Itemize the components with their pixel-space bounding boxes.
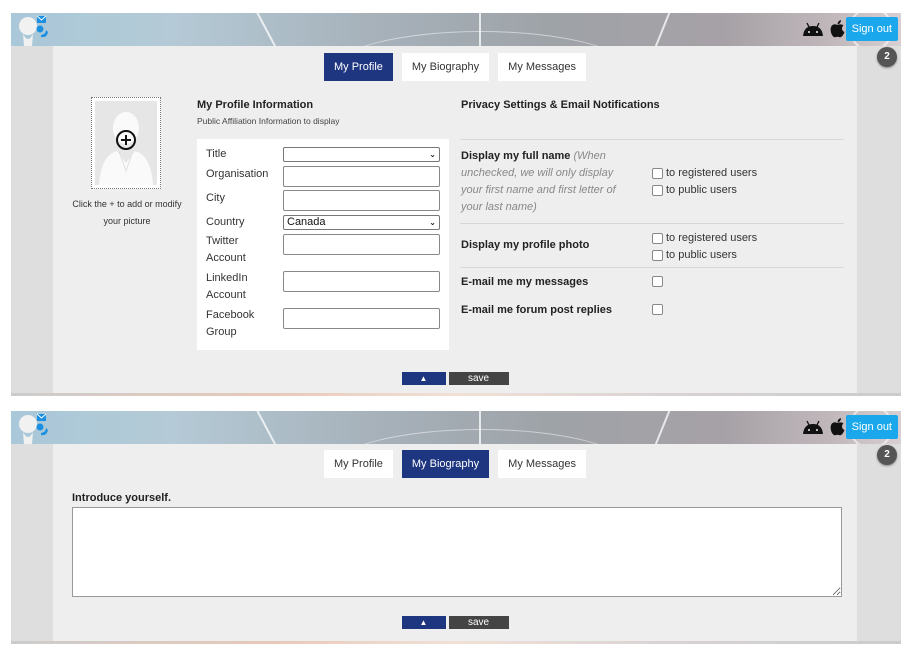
android-icon[interactable] [802,22,824,36]
banner-decoration [652,13,672,46]
profile-page-panel: Sign out 2 My Profile My Biography My Me… [11,13,901,396]
organisation-label: Organisation [206,168,269,180]
right-gutter [857,444,901,644]
linkedin-label: LinkedIn Account [206,272,248,301]
full-name-public-checkbox[interactable]: to public users [652,183,737,198]
email-messages-label: E-mail me my messages [461,276,589,288]
profile-tabs: My Profile My Biography My Messages [53,53,857,81]
privacy-title: Privacy Settings & Email Notifications [461,99,660,111]
android-icon[interactable] [802,420,824,434]
checkbox[interactable] [652,304,663,315]
profile-photo-upload[interactable] [91,97,161,189]
header-banner: Sign out [11,13,901,46]
chevron-down-icon: ⌄ [429,150,436,159]
full-name-label-text: Display my full name [461,150,571,162]
banner-decoration [255,411,279,444]
biography-textarea[interactable] [72,507,842,597]
banner-decoration [652,411,672,444]
checkbox-label: to public users [666,184,737,196]
country-select-value: Canada [287,216,326,228]
avatar-placeholder [95,101,157,185]
profile-info-subtitle: Public Affiliation Information to displa… [197,116,340,126]
bottom-decoration [11,641,901,644]
banner-decoration [331,31,631,46]
chevron-down-icon: ⌄ [429,218,436,227]
title-select[interactable]: ⌄ [283,147,440,162]
checkbox-label: to public users [666,249,737,261]
email-forum-checkbox[interactable] [652,304,663,315]
city-input[interactable] [283,190,440,211]
bottom-decoration [11,393,901,396]
site-logo-icon[interactable] [15,412,49,444]
checkbox[interactable] [652,276,663,287]
privacy-row-profile-photo: Display my profile photo to registered u… [460,223,844,267]
checkbox[interactable] [652,250,663,261]
facebook-label: Facebook Group [206,309,255,338]
biography-actions: ▲ save [53,616,857,629]
notification-badge[interactable]: 2 [877,47,897,67]
tab-my-biography[interactable]: My Biography [401,53,490,81]
sign-out-button[interactable]: Sign out [845,17,898,41]
add-photo-icon[interactable] [115,129,137,151]
profile-info-title: My Profile Information [197,99,314,111]
checkbox[interactable] [652,168,663,179]
banner-decoration [255,13,279,46]
save-button[interactable]: save [448,372,509,385]
tab-my-profile[interactable]: My Profile [323,450,393,478]
email-forum-label: E-mail me forum post replies [461,304,612,316]
apple-icon[interactable] [830,418,845,436]
checkbox-label: to registered users [666,232,758,244]
city-label: City [206,192,225,204]
os-icons [802,418,845,436]
country-label: Country [206,216,245,228]
profile-tabs: My Profile My Biography My Messages [53,450,857,478]
scroll-up-button[interactable]: ▲ [401,616,446,629]
photo-registered-checkbox[interactable]: to registered users [652,231,757,246]
profile-form: Title ⌄ Organisation City Country Canada… [197,139,449,350]
checkbox[interactable] [652,233,663,244]
tab-my-biography[interactable]: My Biography [401,450,490,478]
full-name-label: Display my full name (When unchecked, we… [461,148,631,216]
os-icons [802,20,845,38]
site-logo-icon[interactable] [15,14,49,46]
header-banner: Sign out [11,411,901,444]
organisation-input[interactable] [283,166,440,187]
country-select[interactable]: Canada ⌄ [283,215,440,230]
tab-my-messages[interactable]: My Messages [498,53,587,81]
privacy-row-email: E-mail me my messages E-mail me forum po… [460,267,844,327]
left-gutter [11,46,53,396]
email-messages-checkbox[interactable] [652,276,663,287]
twitter-label: Twitter Account [206,235,246,264]
main-content: My Profile My Biography My Messages Clic… [53,46,857,396]
photo-caption: Click the + to add or modify your pictur… [72,199,182,226]
save-button[interactable]: save [448,616,509,629]
facebook-input[interactable] [283,308,440,329]
checkbox-label: to registered users [666,167,758,179]
sign-out-button[interactable]: Sign out [845,415,898,439]
profile-photo-label: Display my profile photo [461,239,590,251]
banner-decoration [331,429,631,444]
twitter-input[interactable] [283,234,440,255]
apple-icon[interactable] [830,20,845,38]
left-gutter [11,444,53,644]
biography-prompt: Introduce yourself. [72,492,172,504]
tab-my-messages[interactable]: My Messages [498,450,587,478]
photo-public-checkbox[interactable]: to public users [652,248,737,263]
main-content: My Profile My Biography My Messages Intr… [53,444,857,644]
scroll-up-button[interactable]: ▲ [401,372,446,385]
full-name-registered-checkbox[interactable]: to registered users [652,166,757,181]
biography-page-panel: Sign out 2 My Profile My Biography My Me… [11,411,901,644]
linkedin-input[interactable] [283,271,440,292]
title-label: Title [206,148,227,160]
profile-actions: ▲ save [53,372,857,385]
notification-badge[interactable]: 2 [877,445,897,465]
privacy-row-full-name: Display my full name (When unchecked, we… [460,139,844,223]
tab-my-profile[interactable]: My Profile [323,53,393,81]
right-gutter [857,46,901,396]
checkbox[interactable] [652,185,663,196]
